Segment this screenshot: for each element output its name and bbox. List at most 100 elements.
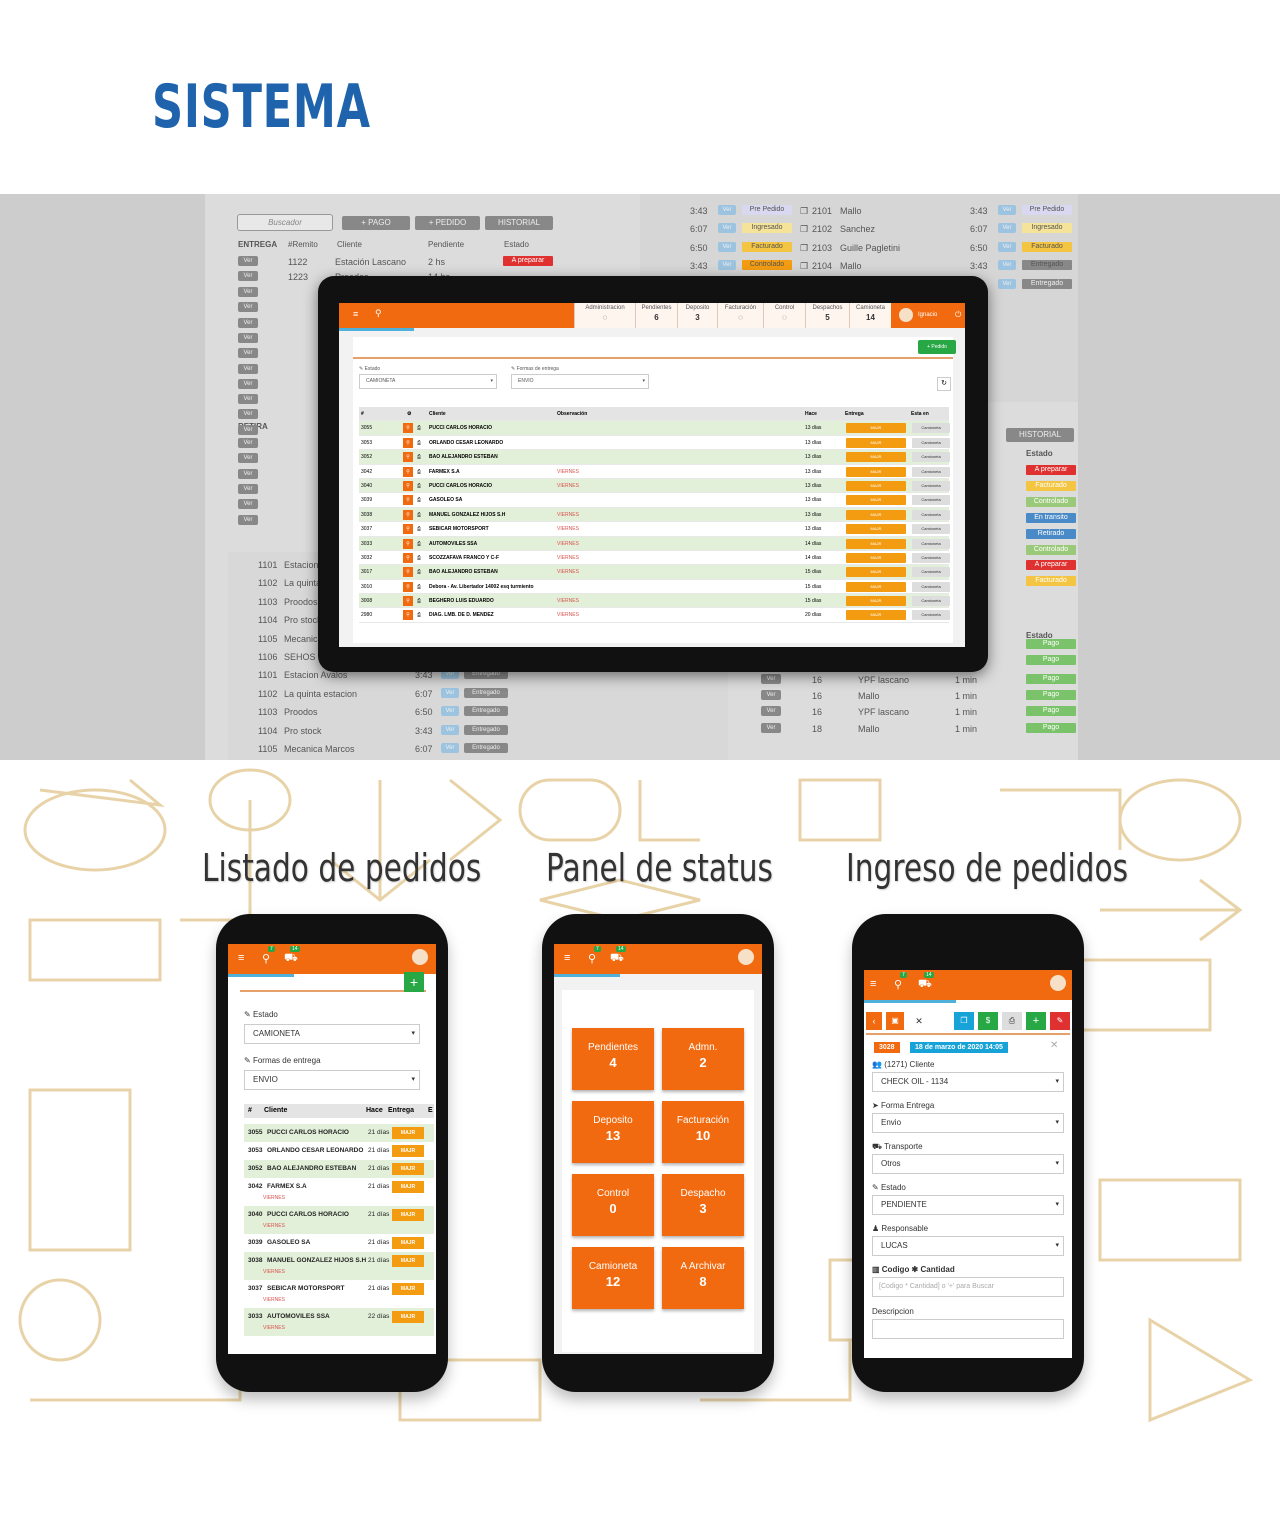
print-icon[interactable]: ⎙ xyxy=(417,555,421,561)
status-tile-pendientes[interactable]: Pendientes 4 xyxy=(572,1028,654,1090)
ghost-ver-button[interactable]: Ver xyxy=(998,260,1016,271)
power-icon[interactable]: ⏻ xyxy=(955,310,961,320)
ghost-ver-button[interactable]: Ver xyxy=(441,706,459,717)
list-item[interactable]: 3037 SEBICAR MOTORSPORT 21 días MAJR VIERNES xyxy=(244,1280,434,1308)
close-icon[interactable]: ✕ xyxy=(910,1012,928,1030)
location-icon[interactable]: ⚲ xyxy=(375,308,382,319)
majr-badge[interactable]: MAJR xyxy=(392,1283,424,1295)
esta-badge[interactable]: Camioneta xyxy=(912,495,950,506)
ghost-ver-button[interactable]: Ver xyxy=(238,453,258,464)
majr-badge[interactable]: MAJR xyxy=(392,1237,424,1249)
list-item[interactable]: 3052 BAO ALEJANDRO ESTEBAN 21 días MAJR xyxy=(244,1160,434,1178)
entrega-badge[interactable]: MAJR xyxy=(846,452,906,463)
user-menu[interactable]: Ignacio ⏻ xyxy=(891,303,965,328)
entrega-badge[interactable]: MAJR xyxy=(846,552,906,563)
entrega-badge[interactable]: MAJR xyxy=(846,538,906,549)
search-icon[interactable]: ⚲ xyxy=(403,437,413,448)
esta-badge[interactable]: Camioneta xyxy=(912,423,950,434)
search-icon[interactable]: ⚲ xyxy=(403,466,413,477)
stat-camioneta[interactable]: Camioneta 14 xyxy=(849,303,891,328)
esta-badge[interactable]: Camioneta xyxy=(912,610,950,621)
status-tile-despacho[interactable]: Despacho 3 xyxy=(662,1174,744,1236)
stat-deposito[interactable]: Deposito 3 xyxy=(677,303,717,328)
save-icon[interactable]: ▣ xyxy=(886,1012,904,1030)
print-icon[interactable]: ⎙ xyxy=(417,440,421,446)
esta-badge[interactable]: Camioneta xyxy=(912,466,950,477)
table-row[interactable]: 3008 ⚲ ⎙ BEGHERO LUIS EDUARDO VIERNES 15 días… xyxy=(359,594,950,609)
eraser-icon[interactable]: ✎ xyxy=(1050,1012,1070,1030)
ghost-pago-button[interactable]: + PAGO xyxy=(342,216,410,230)
ghost-ver-button[interactable]: Ver xyxy=(238,409,258,420)
ghost-ver-button[interactable]: Ver xyxy=(238,332,258,343)
search-icon[interactable]: ⚲ xyxy=(403,509,413,520)
ghost-ver-button[interactable]: Ver xyxy=(238,424,258,435)
copy-icon[interactable]: ❐ xyxy=(954,1012,974,1030)
print-icon[interactable]: ⎙ xyxy=(417,483,421,489)
entrega-badge[interactable]: MAJR xyxy=(846,495,906,506)
print-icon[interactable]: ⎙ xyxy=(417,584,421,590)
ghost-ver-button[interactable]: Ver xyxy=(238,287,258,297)
location-icon[interactable]: ⚲ xyxy=(262,952,270,965)
ghost-ver-button[interactable]: Ver xyxy=(718,241,736,252)
ghost-ver-button[interactable]: Ver xyxy=(238,468,258,479)
esta-badge[interactable]: Camioneta xyxy=(912,452,950,463)
ghost-ver-button[interactable]: Ver xyxy=(998,279,1016,289)
new-order-button[interactable]: + Pedido xyxy=(918,340,956,354)
forma-select[interactable]: ENVIO ▾ xyxy=(511,374,649,389)
print-icon[interactable]: ⎙ xyxy=(417,541,421,547)
status-tile-control[interactable]: Control 0 xyxy=(572,1174,654,1236)
estado-select[interactable]: CAMIONETA xyxy=(244,1024,420,1044)
truck-icon[interactable]: ⛟ xyxy=(918,978,932,992)
menu-icon[interactable]: ≡ xyxy=(238,952,244,964)
ghost-ver-button[interactable]: Ver xyxy=(238,271,258,281)
esta-badge[interactable]: Camioneta xyxy=(912,581,950,592)
ghost-ver-button[interactable]: Ver xyxy=(998,205,1016,215)
table-row[interactable]: 3010 ⚲ ⎙ Debora - Av. Libertador 14002 esq … xyxy=(359,580,950,595)
cliente-select[interactable]: CHECK OIL - 1134 xyxy=(872,1072,1064,1092)
print-icon[interactable]: ⎙ xyxy=(417,569,421,575)
search-icon[interactable]: ⚲ xyxy=(403,610,413,621)
print-icon[interactable]: ⎙ xyxy=(1002,1012,1022,1030)
list-item[interactable]: 3039 GASOLEO SA 21 días MAJR xyxy=(244,1234,434,1252)
stat-facturación[interactable]: Facturación ◌ xyxy=(717,303,763,328)
entrega-badge[interactable]: MAJR xyxy=(846,437,906,448)
majr-badge[interactable]: MAJR xyxy=(392,1127,424,1139)
ghost-ver-button[interactable]: Ver xyxy=(238,483,258,494)
close-icon[interactable]: ✕ xyxy=(1050,1040,1058,1051)
entrega-badge[interactable]: MAJR xyxy=(846,524,906,535)
table-row[interactable]: 3052 ⚲ ⎙ BAO ALEJANDRO ESTEBAN 13 días MAJR Ca… xyxy=(359,450,950,465)
print-icon[interactable]: ⎙ xyxy=(417,425,421,431)
truck-icon[interactable]: ⛟ xyxy=(610,952,624,966)
search-icon[interactable]: ⚲ xyxy=(403,596,413,607)
ghost-ver-button[interactable]: Ver xyxy=(441,743,459,753)
status-tile-camioneta[interactable]: Camioneta 12 xyxy=(572,1247,654,1309)
search-icon[interactable]: ⚲ xyxy=(403,452,413,463)
search-icon[interactable]: ⚲ xyxy=(403,524,413,535)
print-icon[interactable]: ⎙ xyxy=(417,469,421,475)
ghost-ver-button[interactable]: Ver xyxy=(441,724,459,735)
menu-icon[interactable]: ≡ xyxy=(870,978,876,990)
truck-icon[interactable]: ⛟ xyxy=(284,952,298,966)
ghost-historial-button[interactable]: HISTORIAL xyxy=(485,216,553,230)
ghost-ver-button[interactable]: Ver xyxy=(998,241,1016,252)
list-item[interactable]: 3053 ORLANDO CESAR LEONARDO 21 días MAJR xyxy=(244,1142,434,1160)
table-row[interactable]: 3032 ⚲ ⎙ SCOZZAFAVA FRANCO Y C-F VIERNES 14 d… xyxy=(359,551,950,566)
majr-badge[interactable]: MAJR xyxy=(392,1255,424,1267)
estado-select[interactable]: CAMIONETA ▾ xyxy=(359,374,497,389)
ghost-ver-button[interactable]: Ver xyxy=(238,514,258,525)
esta-badge[interactable]: Camioneta xyxy=(912,509,950,520)
codigo-input[interactable]: [Codigo * Cantidad] o '+' para Buscar xyxy=(872,1277,1064,1297)
entrega-badge[interactable]: MAJR xyxy=(846,423,906,434)
search-icon[interactable]: ⚲ xyxy=(403,423,413,434)
stat-despachos[interactable]: Despachos 5 xyxy=(805,303,849,328)
ghost-ver-button[interactable]: Ver xyxy=(718,205,736,215)
ghost-ver-button[interactable]: Ver xyxy=(238,348,258,359)
ghost-ver-button[interactable]: Ver xyxy=(238,394,258,405)
descripcion-input[interactable] xyxy=(872,1319,1064,1339)
entrega-badge[interactable]: MAJR xyxy=(846,480,906,491)
table-row[interactable]: 3053 ⚲ ⎙ ORLANDO CESAR LEONARDO 13 días MAJR C… xyxy=(359,436,950,451)
table-row[interactable]: 3037 ⚲ ⎙ SEBICAR MOTORSPORT VIERNES 13 días MA… xyxy=(359,522,950,537)
menu-icon[interactable]: ≡ xyxy=(564,952,570,964)
ghost-ver-button[interactable]: Ver xyxy=(441,687,459,698)
search-icon[interactable]: ⚲ xyxy=(403,480,413,491)
